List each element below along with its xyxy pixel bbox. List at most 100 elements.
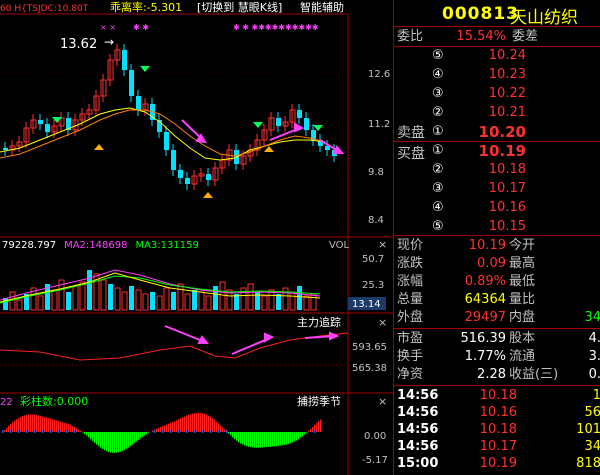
catch-bar: [274, 432, 276, 447]
volume-panel[interactable]: 79228.797 MA2:148698 MA3:131159 VOL × 50.7…: [0, 238, 387, 311]
vol-bar: [177, 283, 184, 311]
catch-bar: [300, 432, 302, 438]
catch-bar: [184, 416, 186, 432]
track-close-icon[interactable]: ×: [378, 316, 387, 329]
catch-bar: [198, 412, 200, 432]
stock-name: 天山纺织: [510, 8, 578, 28]
catch-bar: [18, 417, 20, 432]
catch-bar: [270, 432, 272, 447]
sell-level: ②: [432, 105, 444, 120]
catch-bar: [132, 432, 134, 445]
sell-price: 10.22: [488, 86, 526, 101]
catch-bar: [14, 420, 16, 432]
catch-bar: [238, 432, 240, 443]
catch-bars: [2, 412, 322, 453]
catch-bar: [96, 432, 98, 445]
catch-close-icon[interactable]: ×: [378, 395, 387, 408]
catch-bar: [124, 432, 126, 450]
sell-level: ④: [432, 67, 444, 82]
catch-bar: [266, 432, 268, 448]
catch-bar: [294, 432, 296, 442]
catch-bar: [36, 414, 38, 432]
stat-row: 外盘 29497 内盘 34: [394, 309, 600, 327]
candle-body: [3, 148, 8, 150]
catch-bar: [110, 432, 112, 453]
catch-bar: [320, 419, 322, 432]
catch-bar: [168, 423, 170, 432]
track-title: 主力追踪: [297, 315, 341, 329]
price-panel[interactable]: × × ✱ ✱ ✱ ✱ ✱✱✱✱✱✱✱✱✱✱ 13.62 → 12.6 11.2 9…: [0, 23, 390, 226]
vol-bar: [16, 299, 23, 311]
weibi-value: 15.54%: [456, 29, 506, 44]
catch-bar-blue: [218, 430, 220, 433]
ma-orange-line: [0, 109, 326, 159]
stat-label-2: 量比: [509, 292, 536, 307]
sell-price: 10.21: [488, 105, 526, 120]
buy-price: 10.16: [488, 200, 526, 215]
tick-time: 14:56: [397, 405, 439, 420]
tick-time: 15:00: [397, 456, 439, 471]
stat-label: 现价: [397, 238, 424, 253]
catch-bar: [230, 432, 232, 436]
catch-bar: [164, 425, 166, 432]
sell-price: 10.20: [478, 123, 526, 141]
candle-body: [136, 96, 141, 110]
vol-bar: [213, 286, 218, 310]
catch-bar: [278, 432, 280, 446]
catch-bar: [38, 415, 40, 432]
catch-bar: [148, 432, 150, 433]
catch-bar-blue: [18, 430, 20, 433]
buy-level: ②: [432, 162, 444, 177]
catch-bar: [140, 432, 142, 439]
price-tick: 12.6: [368, 69, 390, 80]
vol-bar: [234, 294, 239, 310]
catch-bar: [160, 426, 162, 432]
stat-label: 涨跌: [397, 256, 424, 271]
vol-close-icon[interactable]: ×: [378, 238, 387, 251]
svg-text:× ×: × ×: [100, 23, 116, 32]
switch-kline-menu[interactable]: [切换到 慧眼K线]: [197, 0, 282, 14]
catch-bar: [210, 416, 212, 432]
tick-row: 14:56 10.16 56: [394, 404, 600, 422]
buy-level: ①: [432, 143, 444, 158]
catch-bar: [64, 422, 66, 432]
price-tick: 8.4: [368, 215, 384, 226]
vol-bar: [121, 291, 128, 311]
catch-bar: [76, 428, 78, 432]
kline-chart-area[interactable]: 60 H{TSJDC:10.80T 乖离率:-5.301 [切换到 慧眼K线] …: [0, 0, 393, 475]
catch-bar: [256, 432, 258, 448]
catch-bar: [200, 412, 202, 432]
catch-bar: [72, 426, 74, 432]
svg-text:✱ ✱ ✱✱✱✱✱✱✱✱✱✱: ✱ ✱ ✱✱✱✱✱✱✱✱✱✱: [233, 23, 319, 32]
vol-tick-2: 25.3: [362, 280, 384, 291]
price-tick: 11.2: [368, 119, 390, 130]
track-line: [0, 332, 349, 361]
vol-current: 13.14: [352, 299, 381, 310]
catch-bar: [290, 432, 292, 444]
catch-bar: [8, 425, 10, 432]
vol-bar: [303, 295, 310, 311]
catch-bar: [128, 432, 130, 448]
stat-label: 总量: [397, 292, 424, 307]
catch-bar: [98, 432, 100, 447]
volume-bars: [3, 270, 317, 311]
track-panel[interactable]: 主力追踪 × 593.65 565.38: [0, 315, 387, 374]
catch-bar: [236, 432, 238, 441]
smart-assist-menu[interactable]: 智能辅助: [300, 0, 344, 14]
catch-panel[interactable]: 22 彩柱数:0.000 捕捞季节 × 0.00 -5.17: [0, 394, 388, 466]
catch-bar: [272, 432, 274, 447]
catch-bar: [254, 432, 256, 448]
tick-price: 10.16: [479, 405, 517, 420]
vol-bar: [156, 295, 163, 311]
catch-bar: [212, 418, 214, 432]
vol-bar: [247, 283, 254, 311]
catch-bar-blue: [226, 430, 228, 433]
tick-volume: 1: [534, 387, 600, 405]
sell-level: ⑤: [432, 48, 444, 63]
catch-bar: [182, 417, 184, 432]
stat-row: 涨幅 0.89% 最低: [394, 273, 600, 291]
quote-panel: 000813 天山纺织 委比 15.54% 委差 卖盘 买盘 ⑤ 10.24 ④ 10…: [393, 0, 600, 475]
catch-bar: [4, 429, 6, 432]
catch-bar: [158, 427, 160, 432]
tick-time: 14:56: [397, 439, 439, 454]
